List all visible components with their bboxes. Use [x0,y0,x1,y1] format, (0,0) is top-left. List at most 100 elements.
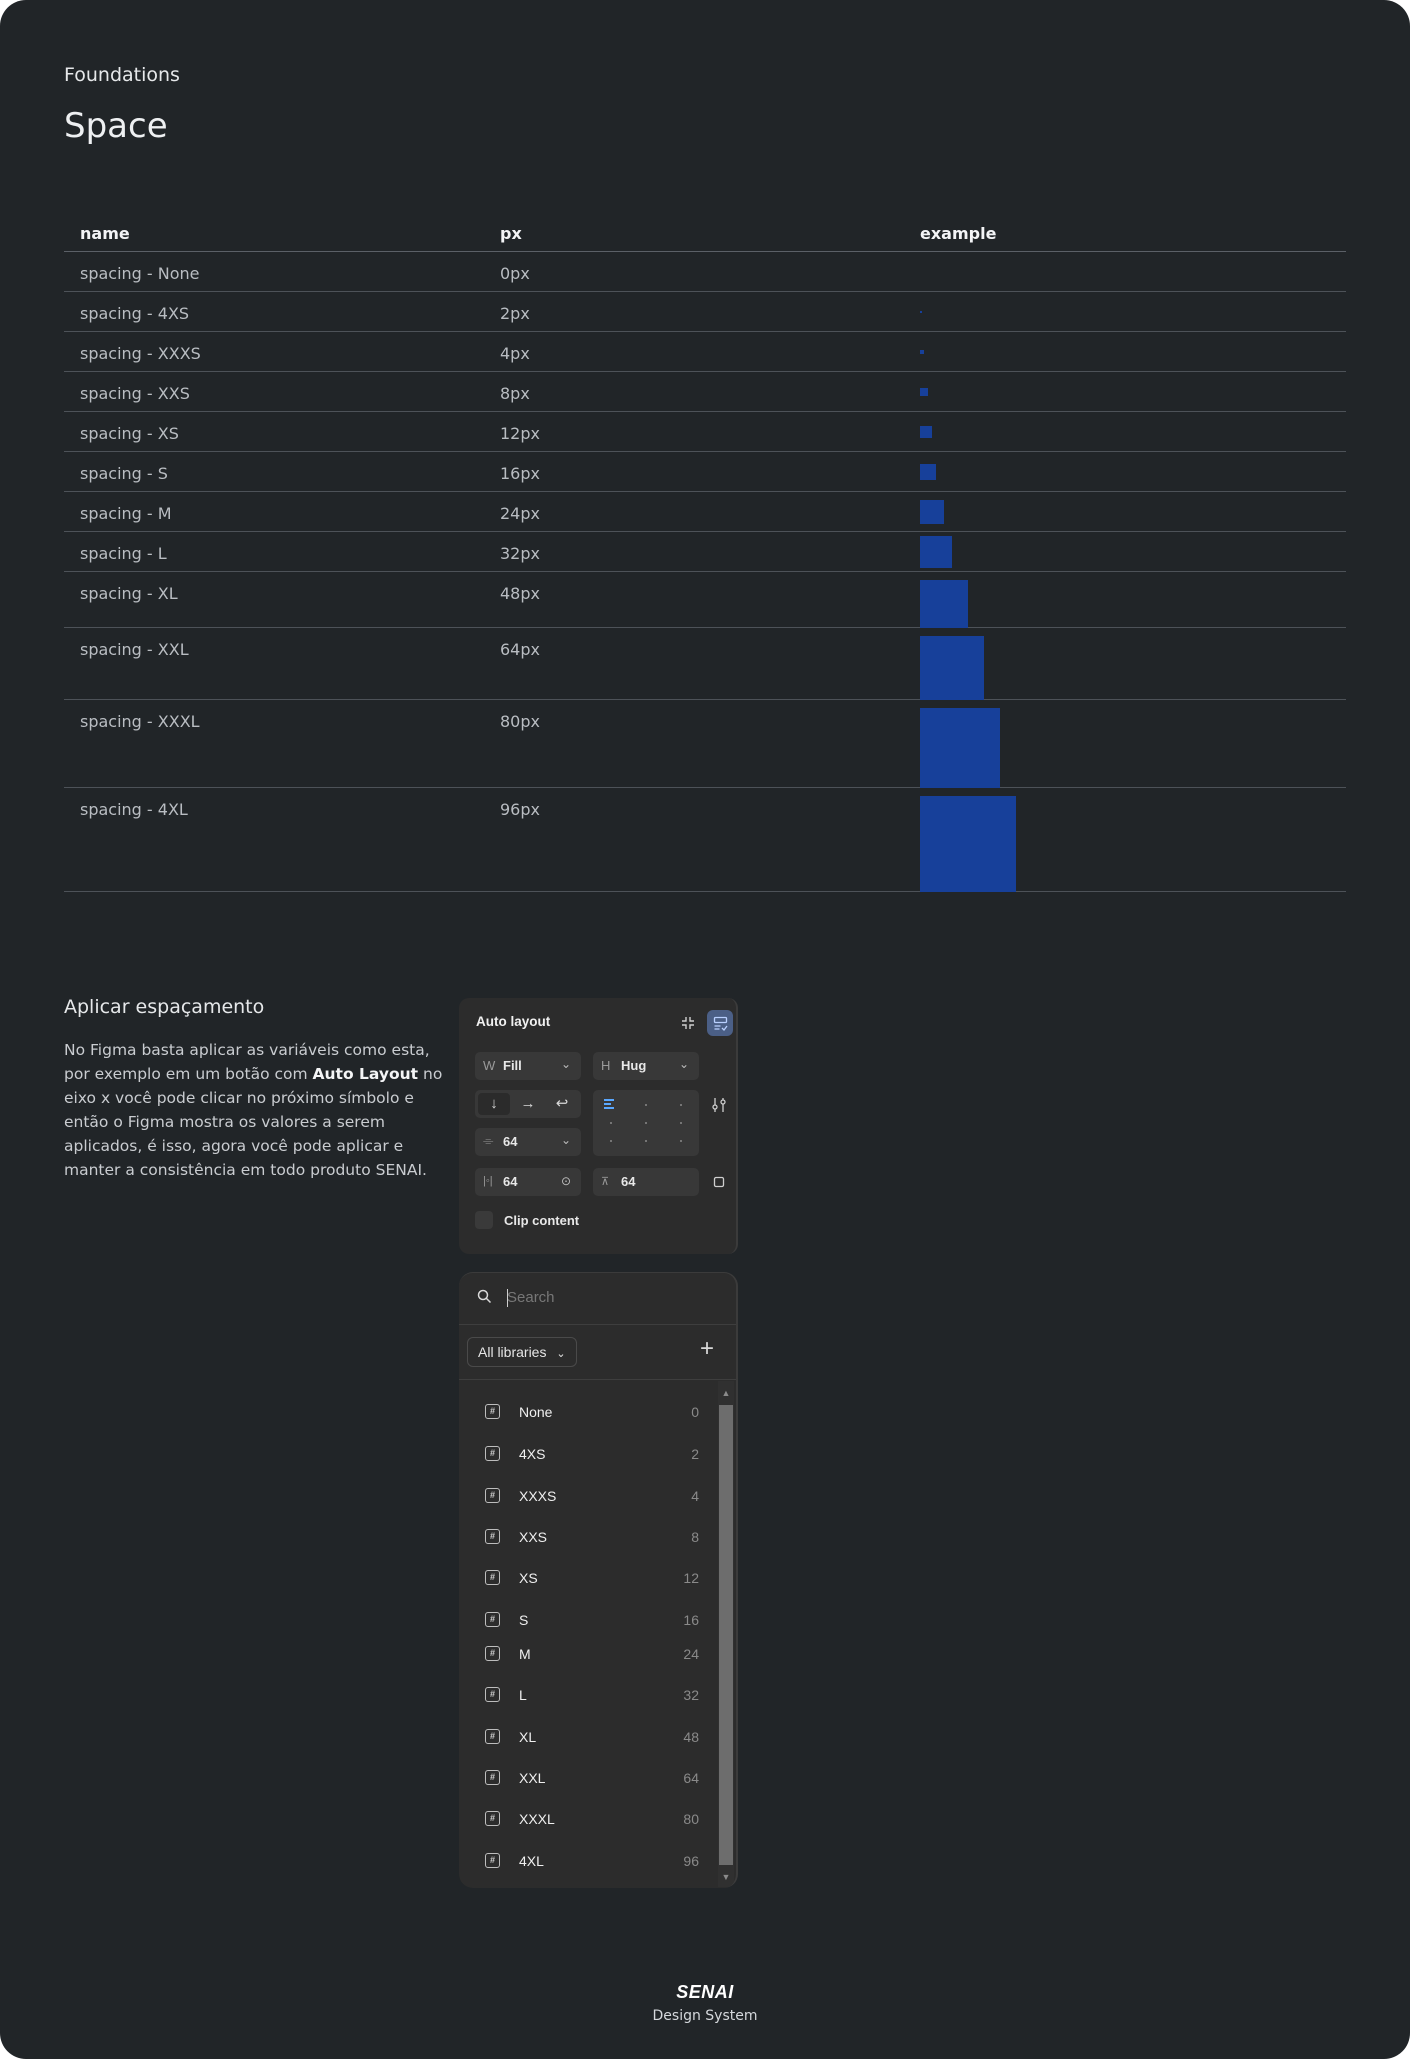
variable-item[interactable]: # XL 48 [459,1722,719,1752]
row-name: spacing - XXXL [80,712,200,731]
height-value: Hug [621,1058,647,1073]
table-row: spacing - M 24px [64,492,1346,532]
clip-content-label: Clip content [504,1213,580,1228]
table-row: spacing - XL 48px [64,572,1346,628]
clip-content-checkbox[interactable] [475,1211,493,1229]
spacing-table: name px example spacing - None 0px spacing… [64,212,1346,892]
direction-toggle: ↓ → ↩ [475,1090,581,1118]
resize-icon[interactable] [711,1174,727,1190]
chevron-down-icon[interactable]: ⌄ [561,1133,571,1147]
page: Foundations Space name px example spacin… [0,0,1410,2059]
divider [459,1379,736,1380]
row-px: 64px [500,640,540,659]
width-value: Fill [503,1058,522,1073]
table-row: spacing - XS 12px [64,412,1346,452]
variable-name: None [519,1404,553,1420]
variable-item[interactable]: # XS 12 [459,1563,719,1593]
variable-item[interactable]: #4XS 2 [459,1439,719,1469]
variable-item[interactable]: # M 24 [459,1639,719,1669]
footer-subtitle: Design System [652,2008,758,2024]
variable-number-icon: # [485,1404,500,1419]
row-name: spacing - XS [80,424,179,443]
variable-name: M [519,1646,531,1662]
variables-picker: All libraries ⌄ + # None 0 #4XS 2 # XXXS 4 # XXS 8… [459,1272,738,1888]
variable-name: XXXS [519,1488,557,1504]
width-field[interactable]: W Fill ⌄ [475,1052,581,1080]
scrollbar-thumb[interactable] [719,1405,733,1865]
search-bar [459,1273,736,1325]
variable-number-icon: # [485,1612,500,1627]
chevron-down-icon[interactable]: ⌄ [679,1057,689,1071]
variable-number-icon: # [485,1853,500,1868]
spacing-swatch [920,796,1016,892]
variable-name: XXL [519,1770,546,1786]
table-body: spacing - None 0px spacing - 4XS 2px spacing… [64,252,1346,892]
spacing-swatch [920,636,984,700]
variable-item[interactable]: # None 0 [459,1397,719,1427]
variable-number-icon: # [485,1529,500,1544]
arrow-right-icon[interactable]: → [512,1093,544,1115]
height-label: H [601,1058,611,1073]
collapse-icon[interactable] [677,1012,699,1034]
row-name: spacing - L [80,544,167,563]
column-header-example: example [920,224,997,243]
variable-item[interactable]: # S 16 [459,1605,719,1635]
height-field[interactable]: H Hug ⌄ [593,1052,699,1080]
variable-name: XL [519,1729,537,1745]
library-filter-dropdown[interactable]: All libraries ⌄ [467,1337,577,1367]
variable-value: 64 [683,1770,699,1786]
variable-name: XXS [519,1529,548,1545]
variable-number-icon: # [485,1646,500,1661]
padding-horizontal-field[interactable]: |◦| 64 ⊙ [475,1168,581,1196]
variable-name: XXXL [519,1811,555,1827]
auto-layout-panel: Auto layout W Fill ⌄ H Hug ⌄ ↓ → ↩ ⌯ 64 … [459,998,738,1254]
table-row: spacing - XXXL 80px [64,700,1346,788]
layout-suggest-icon[interactable] [707,1010,733,1036]
table-row: spacing - 4XL 96px [64,788,1346,892]
align-left-icon [604,1099,614,1109]
padding-v-icon: ⊼ [601,1176,610,1188]
variable-value: 48 [683,1729,699,1745]
variable-name: L [519,1687,527,1703]
row-px: 4px [500,344,530,363]
variable-item[interactable]: # XXS 8 [459,1522,719,1552]
variable-item[interactable]: # L 32 [459,1680,719,1710]
add-icon[interactable]: + [700,1335,714,1363]
variable-item[interactable]: #4XL 96 [459,1846,719,1876]
target-icon[interactable]: ⊙ [561,1174,571,1188]
variable-item[interactable]: # XXXS 4 [459,1481,719,1511]
chevron-down-icon[interactable]: ⌄ [561,1057,571,1071]
table-header: name px example [64,212,1346,252]
spacing-swatch [920,580,968,628]
page-title: Space [64,106,168,146]
spacing-swatch [920,426,932,438]
spacing-swatch [920,350,924,354]
variable-item[interactable]: # XXXL 80 [459,1804,719,1834]
column-header-name: name [80,224,130,243]
arrow-down-icon[interactable]: ↓ [478,1093,510,1115]
variable-value: 2 [691,1446,699,1462]
sliders-icon[interactable] [709,1095,729,1115]
variable-value: 80 [683,1811,699,1827]
padding-h-icon: |◦| [483,1175,493,1187]
variable-name: 4XL [519,1853,544,1869]
row-name: spacing - XXS [80,384,190,403]
variable-item[interactable]: # XXL 64 [459,1763,719,1793]
padding-vertical-field[interactable]: ⊼ 64 [593,1168,699,1196]
scrollbar[interactable]: ▲ ▼ [718,1381,734,1887]
search-input[interactable] [507,1289,707,1306]
row-px: 16px [500,464,540,483]
variable-number-icon: # [485,1570,500,1585]
table-row: spacing - S 16px [64,452,1346,492]
row-name: spacing - XXL [80,640,189,659]
row-name: spacing - M [80,504,172,523]
row-px: 8px [500,384,530,403]
alignment-grid[interactable] [593,1090,699,1156]
scroll-up-icon[interactable]: ▲ [720,1387,732,1399]
wrap-icon[interactable]: ↩ [546,1093,578,1115]
table-row: spacing - L 32px [64,532,1346,572]
scroll-down-icon[interactable]: ▼ [720,1871,732,1883]
gap-field[interactable]: ⌯ 64 ⌄ [475,1128,581,1156]
row-px: 96px [500,800,540,819]
variable-number-icon: # [485,1446,500,1461]
